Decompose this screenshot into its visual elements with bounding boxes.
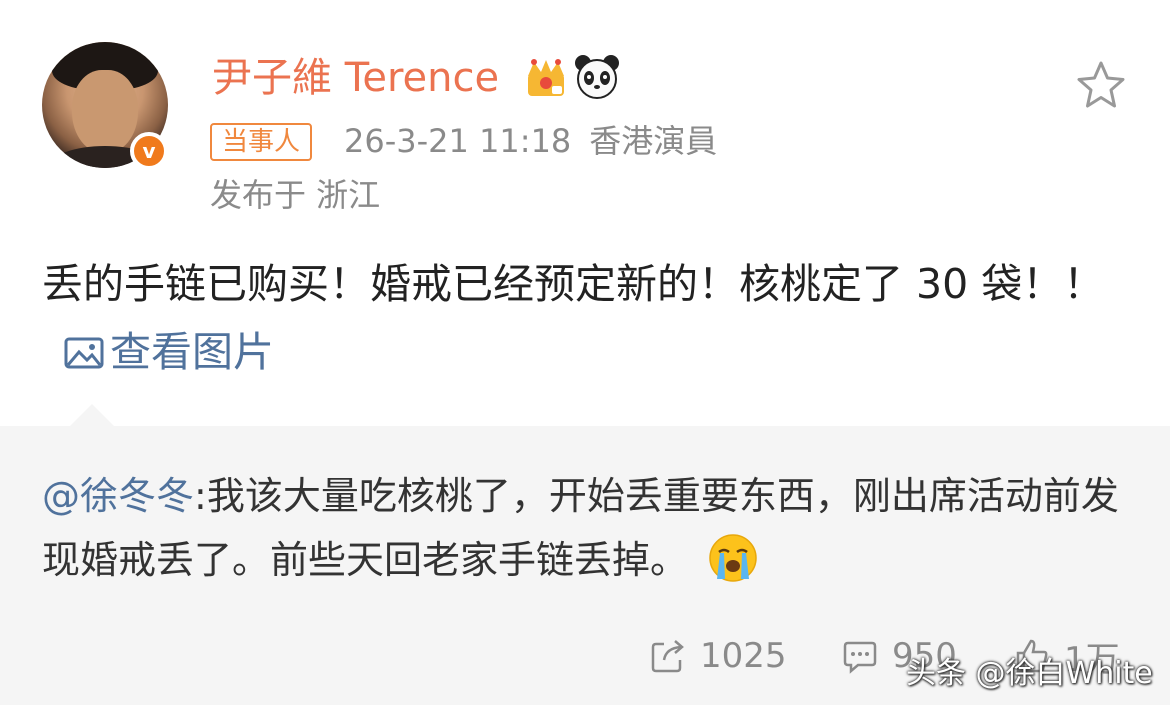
repost-text: :我该大量吃核桃了，开始丢重要东西，刚出席活动前发现婚戒丢了。前些天回老家手链丢… [42, 474, 1119, 582]
panda-icon [575, 55, 619, 99]
post-body: 丢的手链已购买！婚戒已经预定新的！核桃定了 30 袋！！ 查看图片 [42, 250, 1132, 386]
picture-icon [64, 337, 104, 369]
verified-badge-icon: v [130, 132, 168, 170]
repost-count: 1025 [700, 636, 787, 676]
repost-mention[interactable]: @徐冬冬 [42, 474, 194, 518]
repost-body: @徐冬冬:我该大量吃核桃了，开始丢重要东西，刚出席活动前发现婚戒丢了。前些天回老… [42, 464, 1132, 592]
post-text: 丢的手链已购买！婚戒已经预定新的！核桃定了 30 袋！！ [42, 260, 1105, 308]
participant-tag: 当事人 [210, 123, 313, 161]
view-pictures-link[interactable]: 查看图片 [64, 328, 274, 376]
crying-emoji-icon [709, 534, 757, 582]
star-icon[interactable] [1074, 58, 1128, 112]
comment-icon [843, 641, 877, 674]
post-header: v 尹子維 Terence 当事人 26-3-21 11:18 香港演員 发布于 … [0, 0, 1170, 240]
post-meta: 26-3-21 11:18 香港演員 [344, 120, 717, 162]
timestamp: 26-3-21 11:18 [344, 122, 572, 160]
view-pictures-label: 查看图片 [110, 328, 274, 376]
crown-icon [528, 59, 564, 96]
repost-pointer [70, 404, 114, 426]
repost-button[interactable]: 1025 [650, 632, 787, 680]
post-source: 香港演員 [589, 122, 718, 160]
post-location: 发布于 浙江 [210, 176, 381, 214]
watermark: 头条 @徐白White [906, 656, 1153, 691]
repost-icon [651, 640, 684, 673]
username[interactable]: 尹子維 Terence [212, 52, 499, 104]
